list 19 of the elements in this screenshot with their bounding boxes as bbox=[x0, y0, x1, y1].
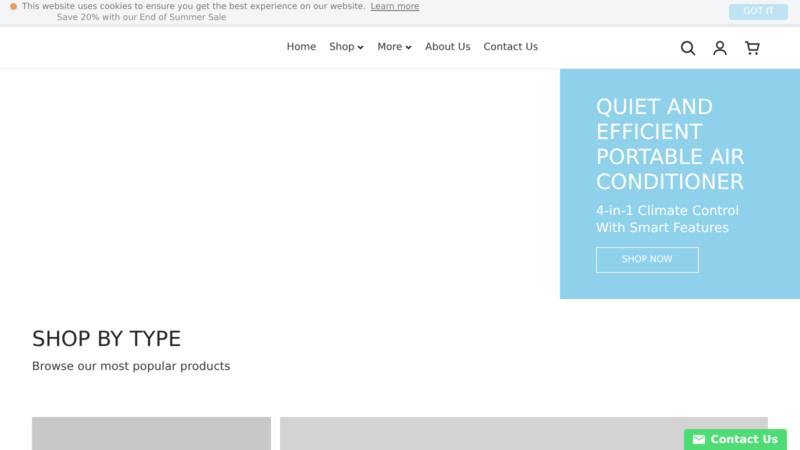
hero-title: QUIET AND EFFICIENT PORTABLE AIR CONDITIONER bbox=[596, 95, 746, 195]
section-subtitle: Browse our most popular products bbox=[32, 359, 232, 373]
chevron-icon bbox=[357, 45, 364, 50]
nav-link[interactable]: Contact Us bbox=[484, 42, 538, 53]
cookie-message: This website uses cookies to ensure you get the best experience on our website. bbox=[22, 2, 366, 12]
nav-link[interactable]: Shop bbox=[329, 42, 364, 53]
search-icon[interactable] bbox=[680, 40, 696, 56]
learn-more-link[interactable]: Learn more bbox=[370, 2, 420, 12]
cart-icon[interactable] bbox=[744, 40, 760, 56]
promo-text: Save 20% with our End of Summer Sale bbox=[57, 12, 228, 22]
hero-subtitle: 4-in-1 Climate Control With Smart Features bbox=[596, 203, 740, 237]
nav-link[interactable]: About Us bbox=[425, 42, 471, 53]
nav-link[interactable]: More bbox=[377, 42, 412, 53]
section-title: SHOP BY TYPE bbox=[32, 327, 182, 351]
cookie-icon bbox=[10, 3, 17, 10]
nav-link[interactable]: Home bbox=[286, 42, 316, 53]
chevron-icon bbox=[405, 45, 412, 50]
account-icon[interactable] bbox=[712, 40, 728, 56]
mail-icon bbox=[692, 435, 705, 444]
